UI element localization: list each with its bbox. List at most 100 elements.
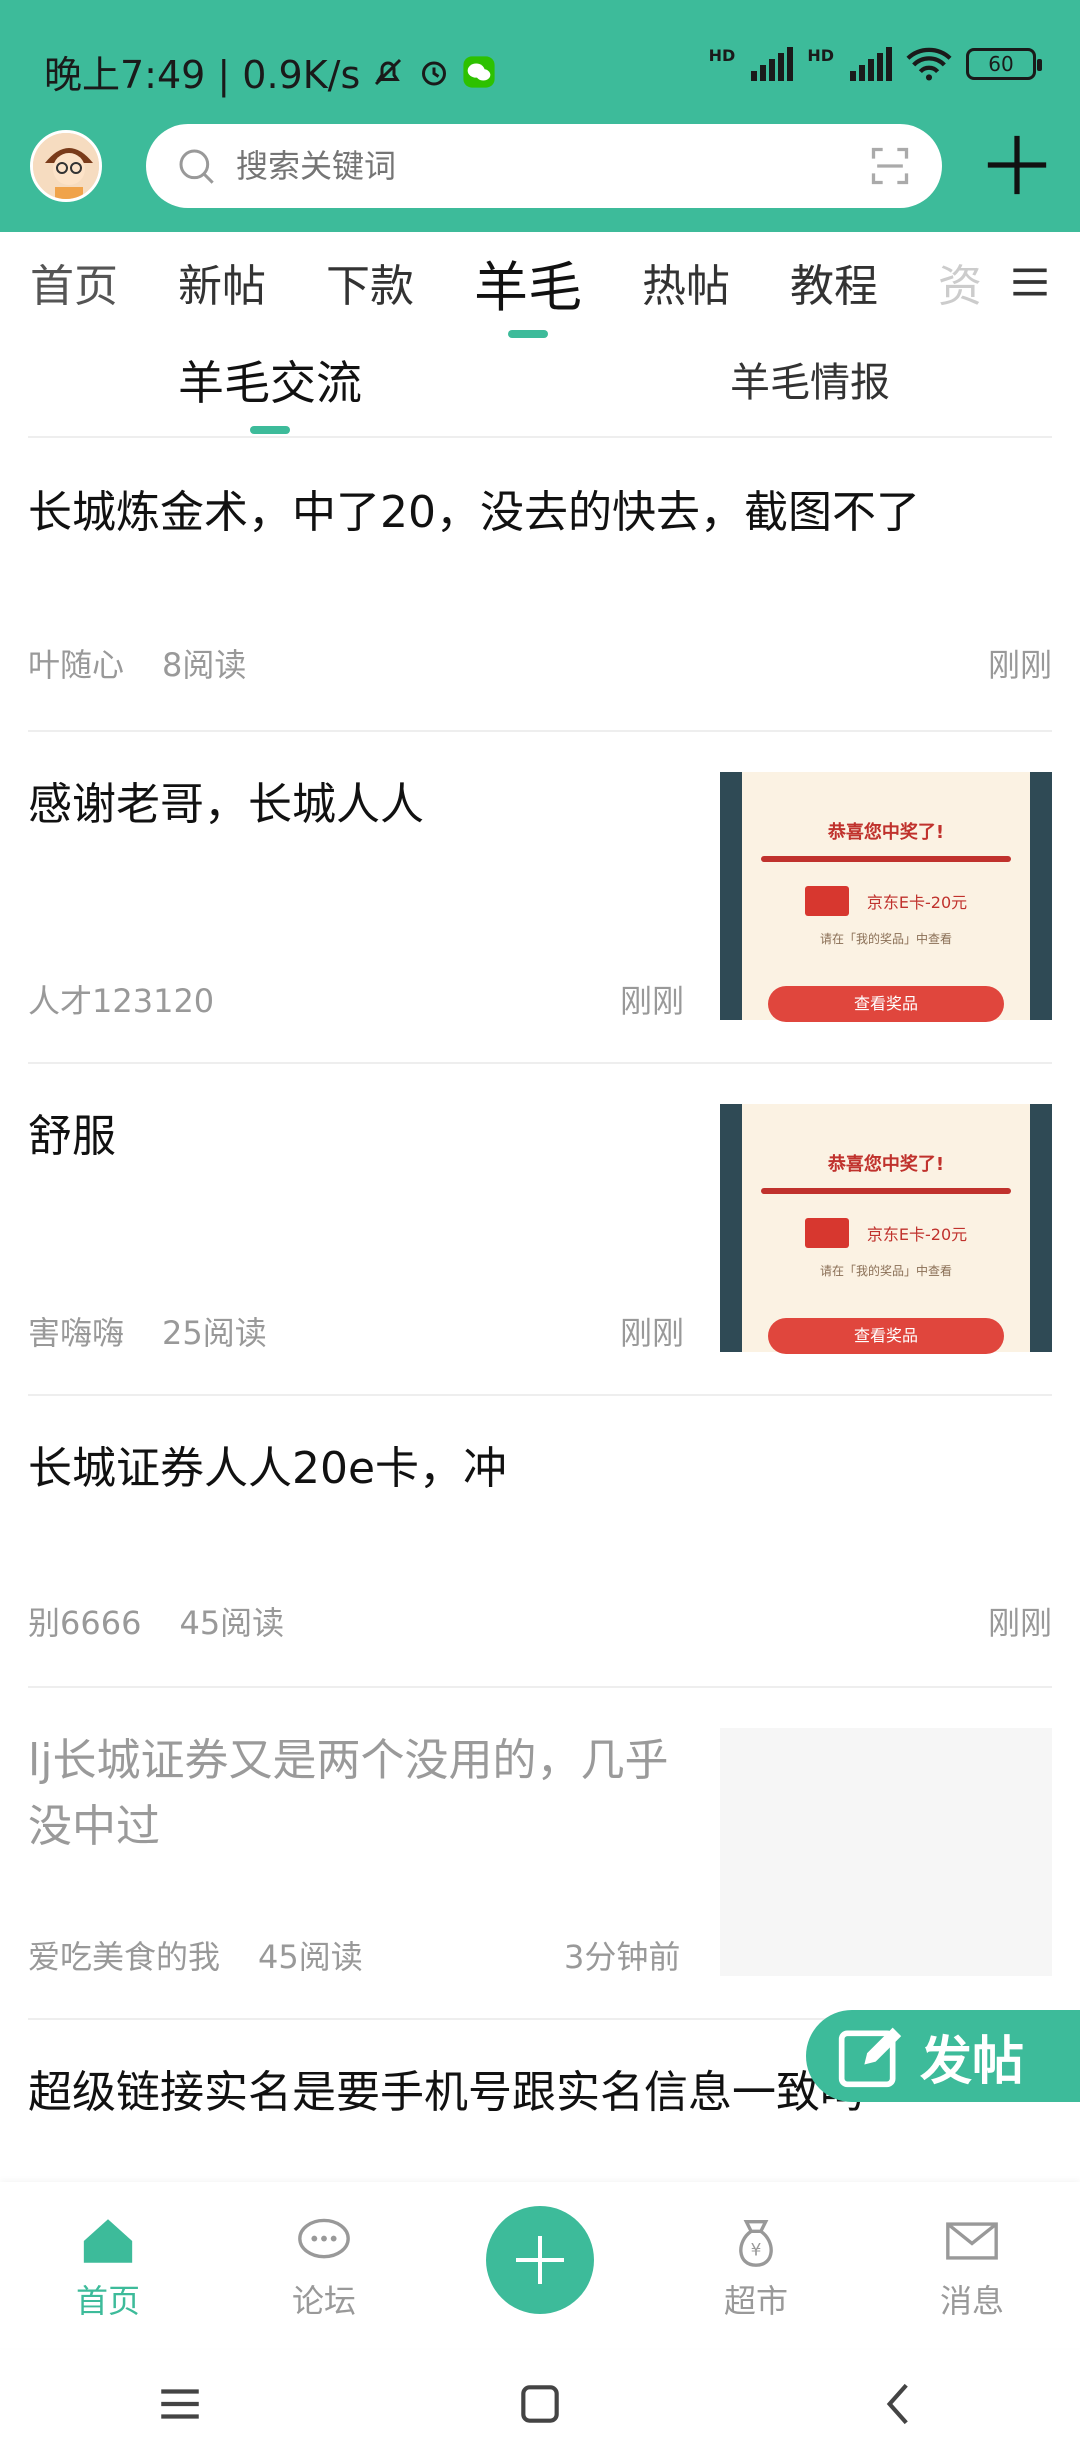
scan-icon[interactable] [868,144,912,188]
prize-screenshot: 恭喜您中奖了! 京东E卡-20元 请在「我的奖品」中查看 查看奖品 [742,772,1030,1022]
status-time-speed: 晚上7:49 | 0.9K/s [44,53,361,97]
sub-tabs: 羊毛交流 羊毛情报 [0,340,1080,436]
post-thumbnail-placeholder [720,1728,1052,1976]
edit-icon [838,2027,902,2088]
post-author: 害嗨嗨 [28,1314,125,1352]
mute-bell-icon [375,58,402,85]
svg-text:¥: ¥ [751,2240,762,2260]
post-thumbnail: 恭喜您中奖了! 京东E卡-20元 请在「我的奖品」中查看 查看奖品 [720,1104,1052,1354]
search-input[interactable] [236,147,868,185]
nav-messages[interactable]: 消息 [864,2182,1080,2348]
post-title: 感谢老哥，长城人人 [28,779,424,830]
prize-card-label: 京东E卡-20元 [866,893,968,912]
prize-note: 请在「我的奖品」中查看 [819,1264,952,1278]
nav-home-label: 首页 [75,2282,140,2320]
tab-partial[interactable]: 资 [908,250,1012,314]
post-author: 别6666 [28,1604,142,1642]
plus-icon [516,2236,564,2284]
nav-home[interactable]: 首页 [0,2182,216,2348]
list-item[interactable]: 舒服 害嗨嗨 25阅读 刚刚 恭喜您中奖了! 京东E卡-20元 请在「我的奖品」… [28,1064,1052,1394]
prize-card: 京东E卡-20元 [742,886,1030,916]
post-meta: 别6666 45阅读 [28,1598,284,1644]
post-time: 刚刚 [620,1314,685,1352]
wechat-icon [463,55,495,88]
jd-card-icon [804,886,849,916]
mail-icon [946,2222,998,2260]
hd-label-2: HD [807,46,834,65]
tab-home[interactable]: 首页 [0,250,148,314]
post-time: 刚刚 [987,646,1052,684]
subtab-wool-exchange[interactable]: 羊毛交流 [0,340,540,436]
avatar-cartoon-icon [33,133,99,199]
nav-market-label: 超市 [723,2282,788,2320]
subtab-wool-intel[interactable]: 羊毛情报 [540,340,1080,436]
tab-hot-posts[interactable]: 热帖 [612,250,760,314]
prize-card: 京东E卡-20元 [742,1218,1030,1248]
list-item[interactable]: 感谢老哥，长城人人 人才123120 刚刚 恭喜您中奖了! 京东E卡-20元 请… [28,732,1052,1062]
list-item[interactable]: 长城炼金术，中了20，没去的快去，截图不了 叶随心 8阅读 刚刚 [28,440,1052,730]
nav-messages-label: 消息 [939,2282,1004,2320]
search-icon [179,149,214,184]
home-square-icon[interactable] [515,2379,565,2429]
category-tabs: 首页 新帖 下款 羊毛 热帖 教程 资 [0,232,1080,332]
avatar[interactable] [30,130,102,202]
tab-new-posts[interactable]: 新帖 [148,250,296,314]
prize-screenshot: 恭喜您中奖了! 京东E卡-20元 请在「我的奖品」中查看 查看奖品 [742,1104,1030,1354]
nav-forum[interactable]: 论坛 [216,2182,432,2348]
new-post-button[interactable]: 发帖 [806,2010,1080,2102]
publish-button[interactable] [486,2206,594,2314]
divider [28,436,1052,438]
post-title: 舒服 [28,1111,116,1162]
signal-icon-2 [850,47,892,81]
hd-label-1: HD [708,46,736,65]
post-reads: 25阅读 [162,1314,267,1352]
post-thumbnail: 恭喜您中奖了! 京东E卡-20元 请在「我的奖品」中查看 查看奖品 [720,772,1052,1022]
new-post-label: 发帖 [920,2031,1025,2092]
home-icon [83,2219,133,2263]
menu-icon[interactable] [1010,262,1050,302]
post-author: 人才123120 [28,982,215,1020]
app-header: 晚上7:49 | 0.9K/s HD HD 60 [0,0,1080,232]
prize-divider [761,1188,1011,1194]
post-time: 刚刚 [620,982,685,1020]
post-meta: 爱吃美食的我 45阅读 [28,1932,363,1978]
post-author: 爱吃美食的我 [28,1938,221,1976]
post-time: 刚刚 [987,1604,1052,1642]
prize-divider [761,856,1011,862]
list-item[interactable]: lj长城证券又是两个没用的，几乎没中过 爱吃美食的我 45阅读 3分钟前 [28,1688,1052,2018]
battery-icon: 60 [966,48,1042,80]
wifi-icon [906,47,952,81]
post-meta: 叶随心 8阅读 [28,640,246,686]
post-time: 3分钟前 [564,1938,681,1976]
status-left: 晚上7:49 | 0.9K/s [44,44,496,99]
tab-tutorials[interactable]: 教程 [760,250,908,314]
nav-market[interactable]: ¥ 超市 [648,2182,864,2348]
signal-icon-1 [751,47,794,81]
add-icon[interactable] [982,130,1052,200]
post-reads: 8阅读 [162,646,247,684]
list-item[interactable]: 长城证券人人20e卡，冲 别6666 45阅读 刚刚 [28,1396,1052,1686]
post-reads: 45阅读 [179,1604,285,1642]
money-bag-icon: ¥ [739,2219,773,2267]
status-bar: 晚上7:49 | 0.9K/s HD HD 60 [0,0,1080,130]
prize-title: 恭喜您中奖了! [827,822,945,843]
jd-card-icon [804,1218,849,1248]
post-meta: 人才123120 [28,976,214,1022]
prize-title: 恭喜您中奖了! [827,1154,945,1175]
prize-card-label: 京东E卡-20元 [866,1225,968,1244]
recents-menu-icon[interactable] [155,2379,205,2429]
prize-note: 请在「我的奖品」中查看 [819,932,952,946]
nav-forum-label: 论坛 [291,2282,356,2320]
tab-loans[interactable]: 下款 [296,250,444,314]
post-title: 长城炼金术，中了20，没去的快去，截图不了 [28,487,920,538]
system-nav-bar [0,2348,1080,2460]
post-title: 长城证券人人20e卡，冲 [28,1443,508,1494]
tab-wool[interactable]: 羊毛 [444,243,612,322]
search-bar[interactable] [146,124,942,208]
back-icon[interactable] [875,2379,925,2429]
chat-bubble-icon [298,2218,350,2259]
post-author: 叶随心 [28,646,125,684]
post-title: lj长城证券又是两个没用的，几乎没中过 [28,1735,669,1852]
alarm-icon [422,61,447,85]
prize-button: 查看奖品 [768,1318,1004,1354]
